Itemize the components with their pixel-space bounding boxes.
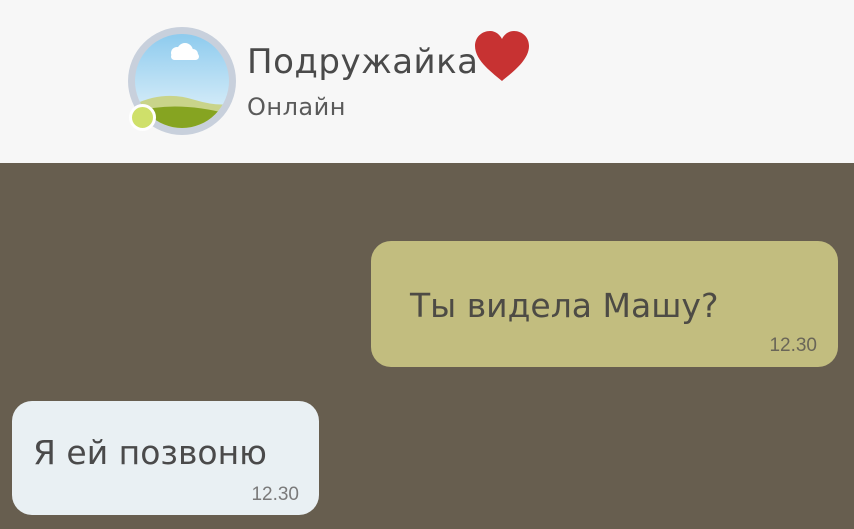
heart-icon — [475, 31, 529, 81]
message-time: 12.30 — [251, 484, 299, 505]
chat-app: Подружайка Онлайн Ты видела Машу? 12.30 … — [0, 0, 854, 529]
message-time: 12.30 — [769, 335, 817, 356]
online-dot-icon — [129, 104, 156, 131]
incoming-message[interactable]: Я ей позвоню 12.30 — [12, 401, 319, 515]
message-list[interactable]: Ты видела Машу? 12.30 Я ей позвоню 12.30 — [0, 163, 854, 529]
message-text: Я ей позвоню — [33, 433, 267, 472]
contact-status: Онлайн — [247, 93, 346, 121]
outgoing-message[interactable]: Ты видела Машу? 12.30 — [371, 241, 838, 367]
message-text: Ты видела Машу? — [410, 286, 719, 325]
contact-name: Подружайка — [247, 42, 479, 82]
chat-header: Подружайка Онлайн — [0, 0, 854, 163]
